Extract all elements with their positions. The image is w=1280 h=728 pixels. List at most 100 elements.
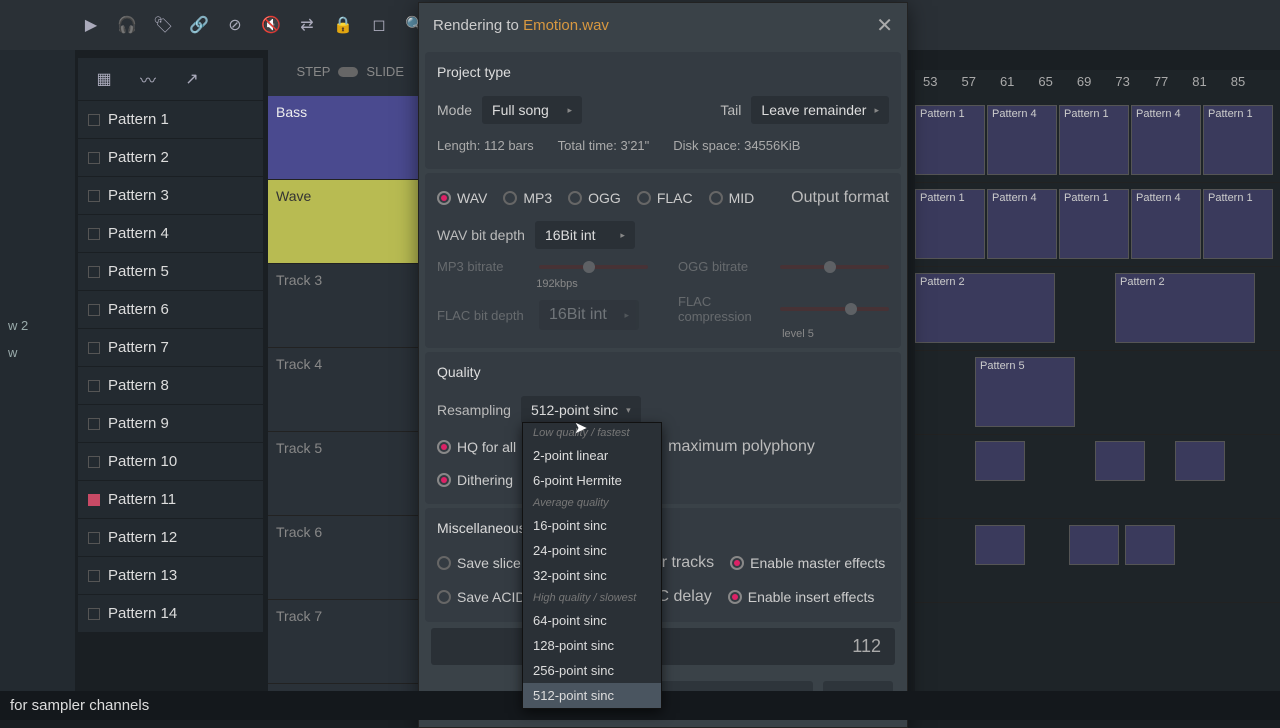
save-acid-checkbox[interactable]: Save ACID: [437, 589, 525, 605]
clip[interactable]: Pattern 2: [915, 273, 1055, 343]
menu-item-512[interactable]: 512-point sinc: [523, 683, 661, 708]
pattern-item-13[interactable]: Pattern 13: [78, 557, 263, 595]
play-icon[interactable]: ▶: [80, 14, 102, 36]
menu-item-2pt[interactable]: 2-point linear: [523, 443, 661, 468]
cancel-icon[interactable]: ⊘: [224, 14, 246, 36]
tail-dropdown[interactable]: Leave remainder▸: [751, 96, 889, 124]
format-wav[interactable]: WAV: [437, 190, 487, 206]
pattern-item-3[interactable]: Pattern 3: [78, 177, 263, 215]
format-ogg[interactable]: OGG: [568, 190, 621, 206]
pattern-item-8[interactable]: Pattern 8: [78, 367, 263, 405]
clip[interactable]: Pattern 1: [1059, 105, 1129, 175]
headphones-icon[interactable]: 🎧: [116, 14, 138, 36]
flac-depth-label: FLAC bit depth: [437, 308, 527, 323]
master-fx-checkbox[interactable]: Enable master effects: [730, 555, 885, 571]
dialog-titlebar[interactable]: Rendering to Emotion.wav ✕: [419, 3, 907, 48]
tracks-area: STEP SLIDE Bass Wave Track 3 Track 4 Tra…: [268, 50, 418, 720]
wave-icon[interactable]: 〰: [136, 70, 160, 88]
mode-dropdown[interactable]: Full song▸: [482, 96, 582, 124]
piano-icon[interactable]: ▦: [92, 70, 116, 88]
clip[interactable]: Pattern 4: [1131, 189, 1201, 259]
insert-fx-checkbox[interactable]: Enable insert effects: [728, 589, 875, 605]
pattern-item-7[interactable]: Pattern 7: [78, 329, 263, 367]
clip[interactable]: Pattern 1: [915, 189, 985, 259]
swap-icon[interactable]: ⇄: [296, 14, 318, 36]
menu-header-low: Low quality / fastest: [523, 423, 661, 443]
track-3[interactable]: Track 3: [268, 264, 418, 348]
flac-depth-dropdown[interactable]: 16Bit int▸: [539, 300, 639, 330]
left-item-w2[interactable]: w 2: [0, 312, 75, 339]
close-icon[interactable]: ✕: [876, 13, 893, 38]
pattern-item-5[interactable]: Pattern 5: [78, 253, 263, 291]
left-panel: w 2 w: [0, 50, 75, 720]
clip[interactable]: [975, 441, 1025, 481]
clip[interactable]: Pattern 4: [1131, 105, 1201, 175]
pattern-item-1[interactable]: Pattern 1: [78, 101, 263, 139]
track-5[interactable]: Track 5: [268, 432, 418, 516]
mute-icon[interactable]: 🔇: [260, 14, 282, 36]
format-flac[interactable]: FLAC: [637, 190, 693, 206]
flac-comp-slider[interactable]: [780, 307, 889, 311]
dithering-checkbox[interactable]: Dithering: [437, 472, 513, 488]
pattern-item-14[interactable]: Pattern 14: [78, 595, 263, 633]
pattern-item-4[interactable]: Pattern 4: [78, 215, 263, 253]
wav-depth-dropdown[interactable]: 16Bit int▸: [535, 221, 635, 249]
automation-icon[interactable]: ↗: [180, 70, 204, 88]
step-toggle[interactable]: [338, 67, 358, 77]
clip[interactable]: Pattern 5: [975, 357, 1075, 427]
output-format-label: Output format: [791, 189, 889, 207]
clip[interactable]: [975, 525, 1025, 565]
link-icon[interactable]: 🔗: [188, 14, 210, 36]
menu-item-128[interactable]: 128-point sinc: [523, 633, 661, 658]
project-type-header: Project type: [437, 60, 889, 90]
menu-item-32[interactable]: 32-point sinc: [523, 563, 661, 588]
hq-checkbox[interactable]: HQ for all: [437, 439, 516, 455]
track-4[interactable]: Track 4: [268, 348, 418, 432]
resampling-dropdown[interactable]: 512-point sinc▾: [521, 396, 641, 424]
menu-item-64[interactable]: 64-point sinc: [523, 608, 661, 633]
format-mid[interactable]: MID: [709, 190, 755, 206]
timeline[interactable]: 535761656973778185 Pattern 1 Pattern 4 P…: [915, 70, 1280, 720]
clip[interactable]: Pattern 1: [1203, 189, 1273, 259]
pattern-item-11[interactable]: Pattern 11: [78, 481, 263, 519]
track-bass[interactable]: Bass: [268, 96, 418, 180]
clip[interactable]: [1095, 441, 1145, 481]
ogg-bitrate-slider[interactable]: [780, 265, 889, 269]
pattern-item-2[interactable]: Pattern 2: [78, 139, 263, 177]
clip[interactable]: Pattern 1: [1059, 189, 1129, 259]
clip[interactable]: Pattern 1: [1203, 105, 1273, 175]
crop-icon[interactable]: ◻: [368, 14, 390, 36]
lock-icon[interactable]: 🔒: [332, 14, 354, 36]
left-item-w[interactable]: w: [0, 339, 75, 366]
ogg-bitrate-label: OGG bitrate: [678, 259, 768, 274]
menu-item-16[interactable]: 16-point sinc: [523, 513, 661, 538]
clip[interactable]: Pattern 1: [915, 105, 985, 175]
pattern-item-12[interactable]: Pattern 12: [78, 519, 263, 557]
clip[interactable]: Pattern 4: [987, 189, 1057, 259]
clip[interactable]: Pattern 2: [1115, 273, 1255, 343]
menu-header-avg: Average quality: [523, 493, 661, 513]
pattern-item-9[interactable]: Pattern 9: [78, 405, 263, 443]
status-text: for sampler channels: [10, 697, 149, 714]
wav-depth-label: WAV bit depth: [437, 227, 525, 243]
clip[interactable]: [1125, 525, 1175, 565]
mp3-bitrate-slider[interactable]: [539, 265, 648, 269]
menu-item-24[interactable]: 24-point sinc: [523, 538, 661, 563]
pattern-item-6[interactable]: Pattern 6: [78, 291, 263, 329]
track-6[interactable]: Track 6: [268, 516, 418, 600]
format-mp3[interactable]: MP3: [503, 190, 552, 206]
chevron-right-icon: ▸: [620, 230, 625, 241]
clip[interactable]: [1069, 525, 1119, 565]
flac-comp-label: FLAC compression: [678, 294, 768, 324]
progress-bar: 112: [431, 628, 895, 665]
save-slice-checkbox[interactable]: Save slice: [437, 555, 521, 571]
clip[interactable]: Pattern 4: [987, 105, 1057, 175]
clip[interactable]: [1175, 441, 1225, 481]
progress-value: 112: [852, 636, 881, 657]
tag-icon[interactable]: 🏷: [152, 14, 174, 36]
pattern-item-10[interactable]: Pattern 10: [78, 443, 263, 481]
menu-item-256[interactable]: 256-point sinc: [523, 658, 661, 683]
menu-item-6pt[interactable]: 6-point Hermite: [523, 468, 661, 493]
track-wave[interactable]: Wave: [268, 180, 418, 264]
track-7[interactable]: Track 7: [268, 600, 418, 684]
